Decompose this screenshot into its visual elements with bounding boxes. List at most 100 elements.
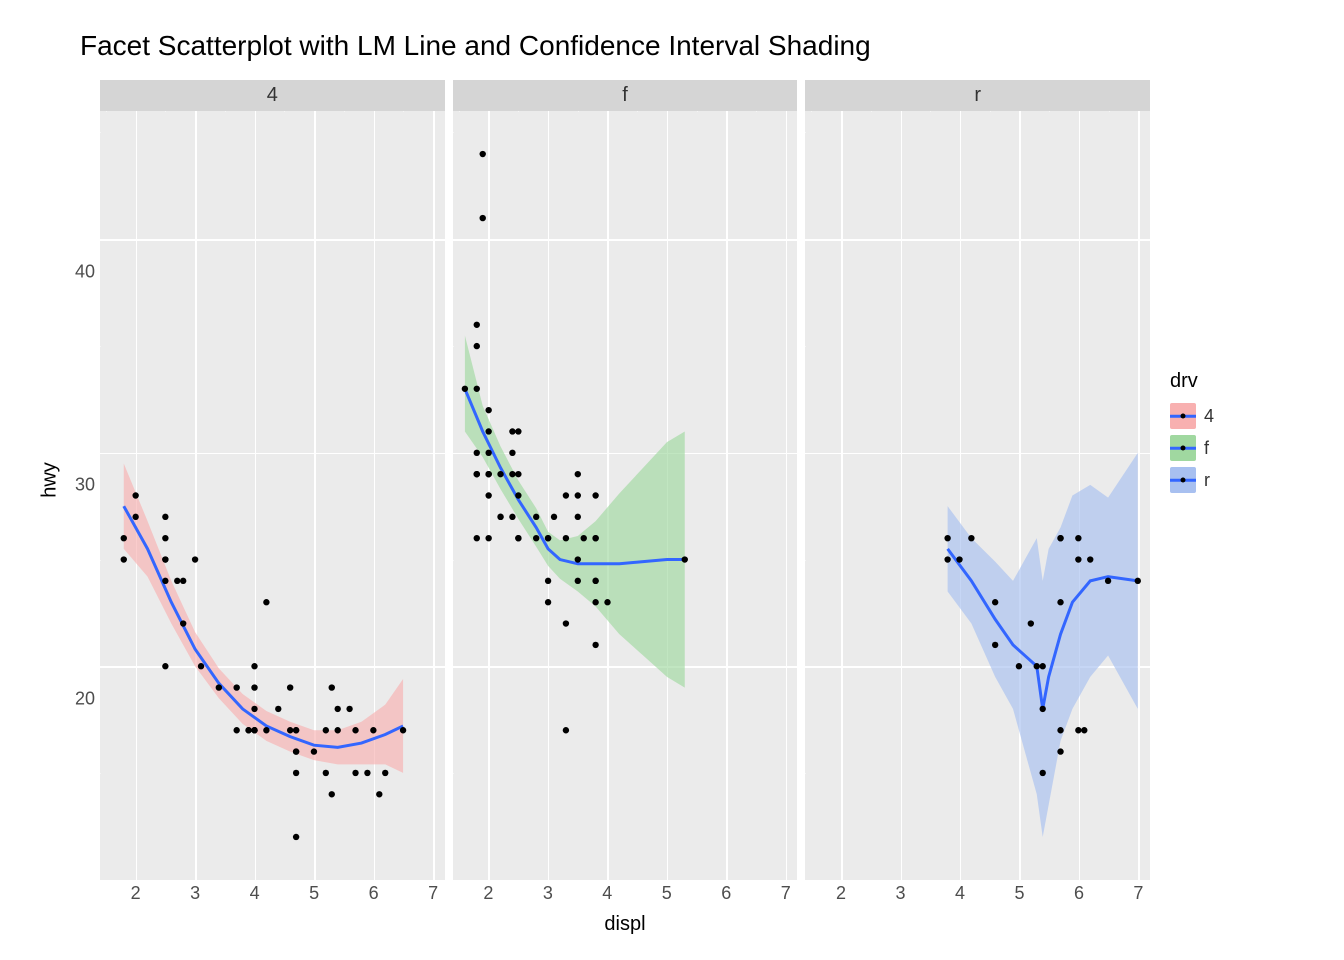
legend-key-icon <box>1170 467 1196 493</box>
data-point <box>533 514 539 520</box>
y-tick-label: 20 <box>60 688 95 709</box>
data-point <box>245 727 251 733</box>
facet-panel: f <box>453 80 798 880</box>
data-point <box>545 599 551 605</box>
data-point <box>1016 663 1022 669</box>
data-point <box>180 620 186 626</box>
data-point <box>562 535 568 541</box>
data-point <box>180 578 186 584</box>
data-point <box>562 727 568 733</box>
data-point <box>287 684 293 690</box>
data-point <box>293 748 299 754</box>
data-point <box>1081 727 1087 733</box>
data-point <box>497 471 503 477</box>
data-point <box>323 727 329 733</box>
data-point <box>461 386 467 392</box>
data-point <box>509 471 515 477</box>
data-point <box>132 492 138 498</box>
data-point <box>216 684 222 690</box>
data-point <box>473 471 479 477</box>
data-point <box>346 706 352 712</box>
data-point <box>473 450 479 456</box>
data-point <box>604 599 610 605</box>
data-point <box>1028 620 1034 626</box>
data-point <box>293 727 299 733</box>
data-point <box>329 791 335 797</box>
data-point <box>1087 556 1093 562</box>
data-point <box>1034 663 1040 669</box>
facet-svg <box>453 111 798 880</box>
data-point <box>473 386 479 392</box>
data-point <box>335 727 341 733</box>
data-point <box>681 556 687 562</box>
data-point <box>992 642 998 648</box>
x-axis-group: 234567 <box>453 883 798 908</box>
x-tick-label: 4 <box>250 883 260 904</box>
x-tick-label: 5 <box>1014 883 1024 904</box>
data-point <box>352 770 358 776</box>
data-point <box>574 578 580 584</box>
y-tick-label: 40 <box>60 262 95 283</box>
data-point <box>352 727 358 733</box>
data-point <box>592 642 598 648</box>
data-point <box>574 471 580 477</box>
x-tick-label: 4 <box>955 883 965 904</box>
data-point <box>251 684 257 690</box>
legend-key-icon <box>1170 435 1196 461</box>
legend-title: drv <box>1170 370 1310 393</box>
data-point <box>485 450 491 456</box>
data-point <box>1135 578 1141 584</box>
data-point <box>1040 706 1046 712</box>
data-point <box>1040 663 1046 669</box>
facet-plot-panel <box>453 111 798 880</box>
x-tick-label: 2 <box>836 883 846 904</box>
data-point <box>515 492 521 498</box>
data-point <box>293 834 299 840</box>
data-point <box>1076 727 1082 733</box>
x-axis-group: 234567 <box>805 883 1150 908</box>
x-tick-label: 3 <box>543 883 553 904</box>
facet-svg <box>805 111 1150 880</box>
x-tick-label: 5 <box>309 883 319 904</box>
data-point <box>580 535 586 541</box>
data-point <box>509 428 515 434</box>
x-tick-label: 4 <box>602 883 612 904</box>
legend: drv 4fr <box>1170 370 1310 499</box>
x-tick-label: 6 <box>369 883 379 904</box>
data-point <box>592 578 598 584</box>
x-tick-label: 7 <box>428 883 438 904</box>
facet-panel: 4 <box>100 80 445 880</box>
data-point <box>485 471 491 477</box>
x-axis-title: displ <box>100 913 1150 936</box>
confidence-ribbon <box>124 463 403 772</box>
chart-container: Facet Scatterplot with LM Line and Confi… <box>20 20 1324 940</box>
data-point <box>545 535 551 541</box>
data-point <box>485 407 491 413</box>
data-point <box>400 727 406 733</box>
data-point <box>945 556 951 562</box>
data-point <box>992 599 998 605</box>
facet-panel: r <box>805 80 1150 880</box>
data-point <box>592 599 598 605</box>
data-point <box>275 706 281 712</box>
confidence-ribbon <box>948 453 1138 837</box>
data-point <box>132 514 138 520</box>
facet-plot-panel <box>805 111 1150 880</box>
legend-item: r <box>1170 467 1310 493</box>
y-tick-label: 30 <box>60 475 95 496</box>
data-point <box>533 535 539 541</box>
plot-area: 4fr <box>100 80 1150 880</box>
data-point <box>364 770 370 776</box>
legend-item: f <box>1170 435 1310 461</box>
chart-title: Facet Scatterplot with LM Line and Confi… <box>20 20 1324 62</box>
x-tick-label: 6 <box>1074 883 1084 904</box>
data-point <box>485 428 491 434</box>
data-point <box>162 578 168 584</box>
data-point <box>293 770 299 776</box>
data-point <box>574 556 580 562</box>
data-point <box>1076 556 1082 562</box>
facet-strip-label: r <box>805 80 1150 111</box>
data-point <box>174 578 180 584</box>
x-axis-group: 234567 <box>100 883 445 908</box>
data-point <box>1105 578 1111 584</box>
